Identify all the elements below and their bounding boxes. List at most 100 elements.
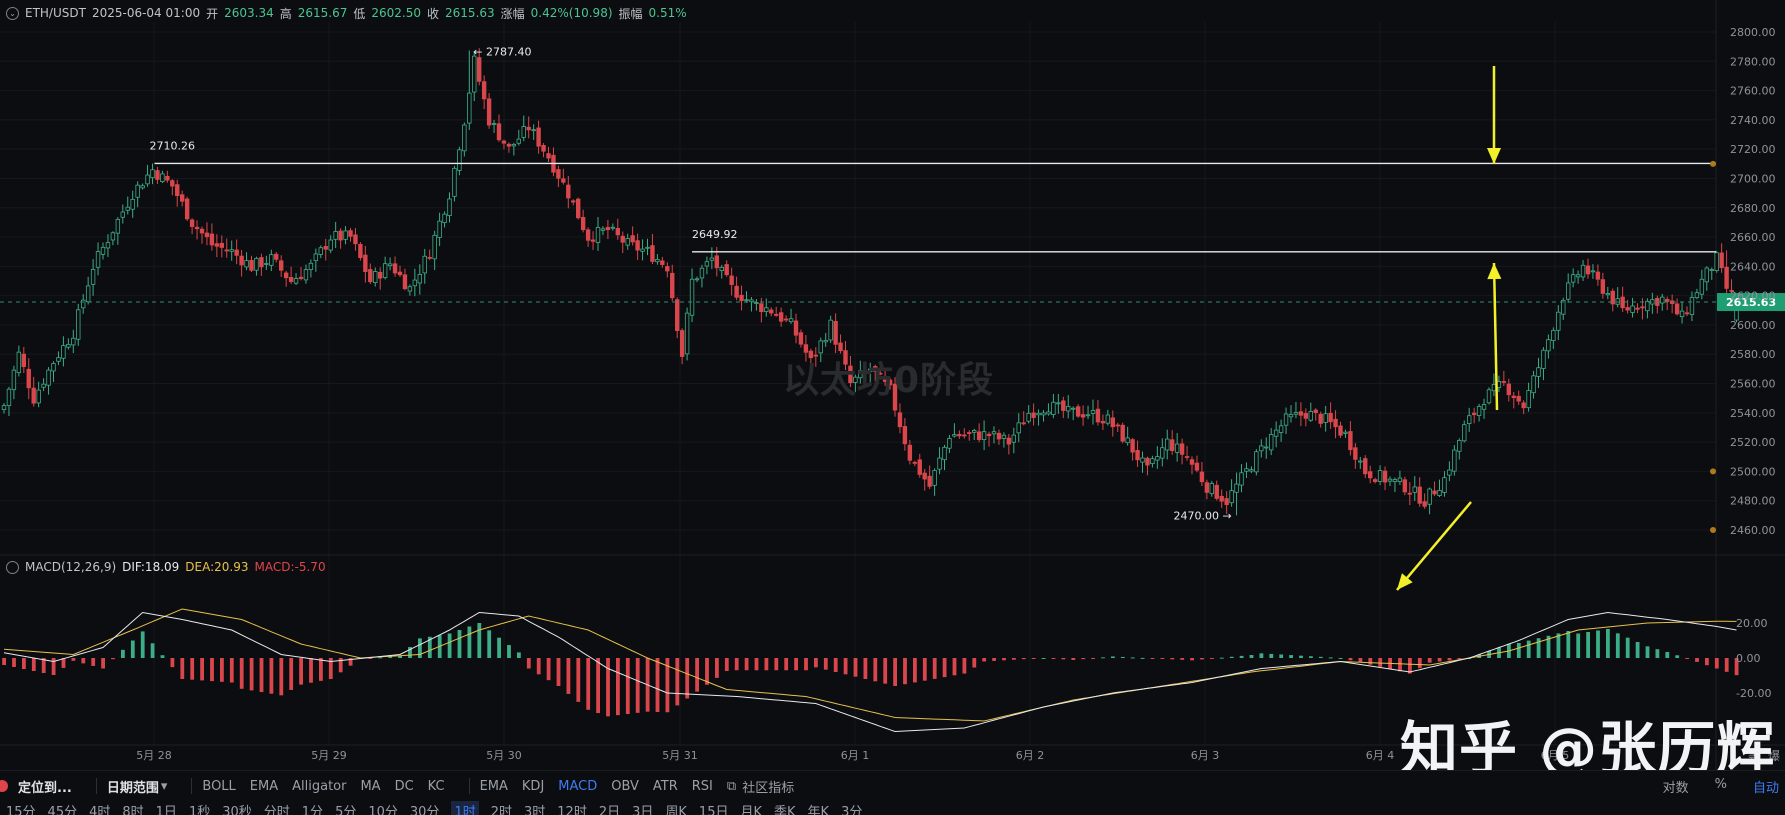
candle-body	[1051, 401, 1056, 415]
macd-histogram-bar	[814, 658, 818, 668]
interval-21[interactable]: 季K	[774, 801, 796, 815]
chevron-down-icon[interactable]: ▾	[161, 779, 168, 794]
interval-13[interactable]: 2时	[491, 801, 512, 815]
candle-body	[224, 249, 229, 252]
candle-body	[744, 299, 749, 302]
candle-body	[1397, 477, 1403, 482]
price-tick-label: 2740.00	[1730, 114, 1776, 127]
macd-histogram-bar	[952, 658, 957, 676]
community-icon[interactable]: ⧉	[727, 779, 736, 794]
macd-histogram-bar	[843, 658, 848, 675]
candle-body	[1165, 438, 1170, 451]
candle-body	[600, 228, 606, 231]
candle-body	[1085, 414, 1091, 417]
interval-11[interactable]: 30分	[410, 801, 440, 815]
indicator-dc[interactable]: DC	[395, 779, 414, 794]
macd-histogram-bar	[913, 658, 917, 683]
date-range-button[interactable]: 日期范围	[107, 777, 159, 796]
macd-histogram-bar	[883, 658, 888, 684]
candle-body	[1145, 457, 1150, 466]
macd-histogram-bar	[566, 658, 571, 694]
interval-17[interactable]: 3日	[632, 801, 653, 815]
interval-23[interactable]: 3分	[841, 801, 862, 815]
scale-option-2[interactable]: 自动	[1753, 777, 1779, 796]
sub-indicator-macd[interactable]: MACD	[558, 779, 597, 794]
interval-7[interactable]: 分时	[264, 801, 290, 815]
candle-body	[1204, 482, 1210, 493]
candle-body	[1264, 446, 1269, 449]
interval-6[interactable]: 30秒	[222, 801, 252, 815]
indicator-boll[interactable]: BOLL	[202, 779, 235, 794]
interval-9[interactable]: 5分	[335, 801, 356, 815]
community-indicators-button[interactable]: 社区指标	[742, 777, 794, 796]
macd-histogram-bar	[378, 657, 383, 659]
scale-option-0[interactable]: 对数	[1663, 777, 1689, 796]
macd-histogram-bar	[715, 658, 719, 678]
macd-histogram-bar	[764, 658, 769, 671]
interval-16[interactable]: 2日	[599, 801, 620, 815]
sub-indicator-obv[interactable]: OBV	[611, 779, 639, 794]
indicator-ma[interactable]: MA	[360, 779, 380, 794]
collapse-icon[interactable]	[6, 560, 19, 574]
candle-body	[1046, 411, 1051, 415]
candle-body	[972, 430, 977, 433]
change-label: 涨幅	[500, 6, 525, 21]
interval-18[interactable]: 周K	[665, 801, 687, 815]
macd-histogram-bar	[922, 658, 927, 681]
interval-0[interactable]: 15分	[6, 801, 36, 815]
candle-body	[1442, 477, 1447, 493]
candle-body	[432, 234, 437, 260]
candle-body	[1407, 492, 1412, 495]
collapse-icon[interactable]: ⌄	[6, 6, 19, 20]
goto-button[interactable]: 定位到...	[18, 777, 72, 796]
candle-body	[556, 169, 561, 179]
indicator-ema[interactable]: EMA	[250, 779, 278, 794]
candle-body	[774, 313, 779, 316]
alert-icon[interactable]	[0, 780, 8, 792]
candle-body	[283, 272, 289, 279]
interval-2[interactable]: 4时	[89, 801, 110, 815]
indicator-alligator[interactable]: Alligator	[292, 779, 346, 794]
candle-body	[61, 345, 66, 359]
up-arrow-head	[1487, 263, 1502, 280]
price-tick-label: 2760.00	[1730, 85, 1776, 98]
interval-22[interactable]: 年K	[808, 801, 830, 815]
interval-19[interactable]: 15日	[699, 801, 729, 815]
interval-10[interactable]: 10分	[368, 801, 398, 815]
candle-body	[1259, 445, 1264, 452]
candle-body	[486, 98, 492, 126]
interval-3[interactable]: 8时	[122, 801, 143, 815]
candle-body	[734, 285, 739, 298]
macd-histogram-bar	[1566, 631, 1571, 658]
candle-body	[323, 246, 328, 250]
interval-20[interactable]: 月K	[740, 801, 762, 815]
candle-body	[407, 286, 413, 292]
interval-12[interactable]: 1时	[451, 801, 479, 815]
interval-15[interactable]: 12时	[557, 801, 587, 815]
sub-indicator-rsi[interactable]: RSI	[692, 779, 713, 794]
scale-option-1[interactable]: %	[1715, 777, 1727, 796]
macd-histogram-bar	[121, 649, 125, 658]
interval-4[interactable]: 1日	[156, 801, 177, 815]
macd-histogram-bar	[853, 658, 858, 677]
interval-8[interactable]: 1分	[302, 801, 323, 815]
candle-body	[793, 320, 799, 336]
interval-1[interactable]: 45分	[48, 801, 78, 815]
macd-histogram-bar	[1576, 633, 1581, 658]
sub-indicator-atr[interactable]: ATR	[653, 779, 678, 794]
candle-body	[1130, 439, 1135, 453]
divider	[95, 778, 97, 794]
down-arrow-head	[1487, 148, 1501, 164]
macd-histogram-bar	[992, 658, 996, 661]
sub-indicator-ema[interactable]: EMA	[480, 779, 508, 794]
divider	[191, 778, 193, 794]
candle-body	[373, 271, 378, 283]
candle-body	[1432, 490, 1437, 495]
macd-histogram-bar	[1655, 649, 1660, 658]
indicator-kc[interactable]: KC	[428, 779, 445, 794]
interval-14[interactable]: 3时	[524, 801, 545, 815]
candle-body	[1011, 434, 1016, 443]
candle-body	[605, 226, 611, 231]
interval-5[interactable]: 1秒	[189, 801, 210, 815]
sub-indicator-kdj[interactable]: KDJ	[522, 779, 544, 794]
